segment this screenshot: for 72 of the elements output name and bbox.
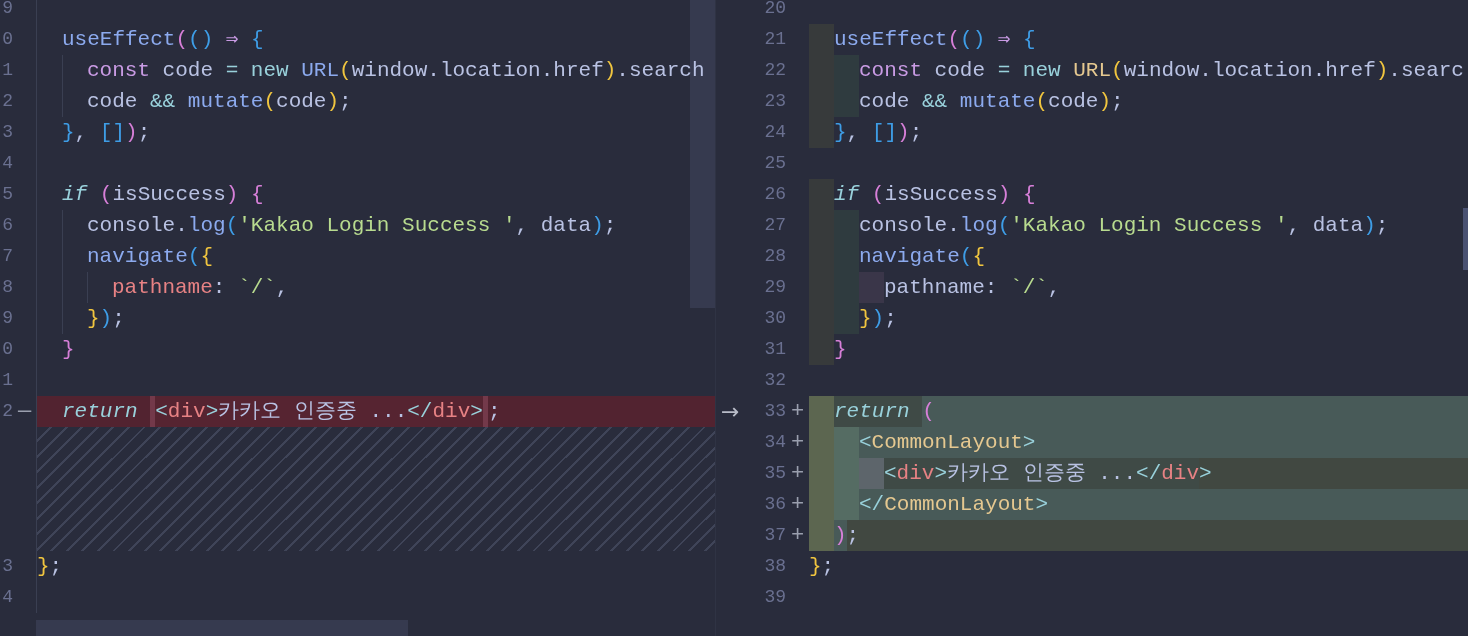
line-number: 1 bbox=[2, 59, 13, 82]
line-number: 0 bbox=[2, 338, 13, 361]
code-line: const code = new URL(window.location.href).searc bbox=[859, 57, 1465, 84]
code-line: navigate({ bbox=[87, 243, 215, 270]
line-number: 7 bbox=[2, 245, 13, 268]
line-number: 34 bbox=[764, 431, 786, 454]
code-line: return ( bbox=[834, 396, 1468, 427]
line-number: 5 bbox=[2, 183, 13, 206]
code-line: const code = new URL(window.location.href).search bbox=[87, 57, 706, 84]
line-number: 4 bbox=[2, 586, 13, 609]
code-line: code && mutate(code); bbox=[859, 88, 1125, 115]
code-line: }, []); bbox=[62, 119, 152, 146]
code-line: <div>카카오 인증중 ...</div> bbox=[884, 458, 1468, 489]
line-number: 8 bbox=[2, 276, 13, 299]
code-line: } bbox=[62, 336, 76, 363]
diff-marker: + bbox=[790, 398, 805, 426]
diff-marker: + bbox=[790, 460, 805, 488]
line-number: 27 bbox=[764, 214, 786, 237]
diff-marker: + bbox=[790, 429, 805, 457]
code-line: </CommonLayout> bbox=[859, 491, 1050, 518]
line-number: 24 bbox=[764, 121, 786, 144]
code-line: code && mutate(code); bbox=[87, 88, 353, 115]
code-line: pathname: `/`, bbox=[112, 274, 290, 301]
code-line: console.log('Kakao Login Success ', data); bbox=[859, 212, 1390, 239]
code-line: ); bbox=[834, 520, 1468, 551]
diff-marker: + bbox=[790, 491, 805, 519]
code-line: }); bbox=[87, 305, 126, 332]
line-number: 21 bbox=[764, 28, 786, 51]
scrollbar-thumb[interactable] bbox=[1463, 208, 1468, 270]
line-number: 25 bbox=[764, 152, 786, 175]
line-number: 9 bbox=[2, 0, 13, 20]
code-line: navigate({ bbox=[859, 243, 987, 270]
line-number: 0 bbox=[2, 28, 13, 51]
line-number: 9 bbox=[2, 307, 13, 330]
code-line: if (isSuccess) { bbox=[62, 181, 265, 208]
code-line: console.log('Kakao Login Success ', data); bbox=[87, 212, 618, 239]
line-number: 3 bbox=[2, 555, 13, 578]
line-number: 29 bbox=[764, 276, 786, 299]
line-number: 30 bbox=[764, 307, 786, 330]
line-number: 2 bbox=[2, 400, 13, 423]
line-number: 2 bbox=[2, 90, 13, 113]
code-line: <CommonLayout> bbox=[859, 429, 1037, 456]
line-number: 35 bbox=[764, 462, 786, 485]
code-line: } bbox=[834, 336, 848, 363]
code-line: useEffect(() ⇒ { bbox=[62, 26, 265, 53]
line-number: 4 bbox=[2, 152, 13, 175]
code-line: if (isSuccess) { bbox=[834, 181, 1037, 208]
line-number: 6 bbox=[2, 214, 13, 237]
line-number: 3 bbox=[2, 121, 13, 144]
diff-marker: + bbox=[790, 522, 805, 550]
line-number: 36 bbox=[764, 493, 786, 516]
line-number: 26 bbox=[764, 183, 786, 206]
diff-marker: — bbox=[17, 398, 32, 426]
code-line: useEffect(() ⇒ { bbox=[834, 26, 1037, 53]
line-number: 22 bbox=[764, 59, 786, 82]
apply-change-arrow[interactable]: → bbox=[721, 400, 740, 423]
line-number: 1 bbox=[2, 369, 13, 392]
line-number: 23 bbox=[764, 90, 786, 113]
code-line: }; bbox=[37, 553, 64, 580]
line-number: 33 bbox=[764, 400, 786, 423]
code-line: }, []); bbox=[834, 119, 924, 146]
code-line: pathname: `/`, bbox=[884, 274, 1062, 301]
line-number: 32 bbox=[764, 369, 786, 392]
line-number: 39 bbox=[764, 586, 786, 609]
line-number: 37 bbox=[764, 524, 786, 547]
code-line: }); bbox=[859, 305, 898, 332]
code-line: }; bbox=[809, 553, 836, 580]
line-number: 28 bbox=[764, 245, 786, 268]
line-number: 38 bbox=[764, 555, 786, 578]
line-number: 31 bbox=[764, 338, 786, 361]
line-number: 20 bbox=[764, 0, 786, 20]
code-line: return <div>카카오 인증중 ...</div> ; bbox=[62, 396, 715, 427]
